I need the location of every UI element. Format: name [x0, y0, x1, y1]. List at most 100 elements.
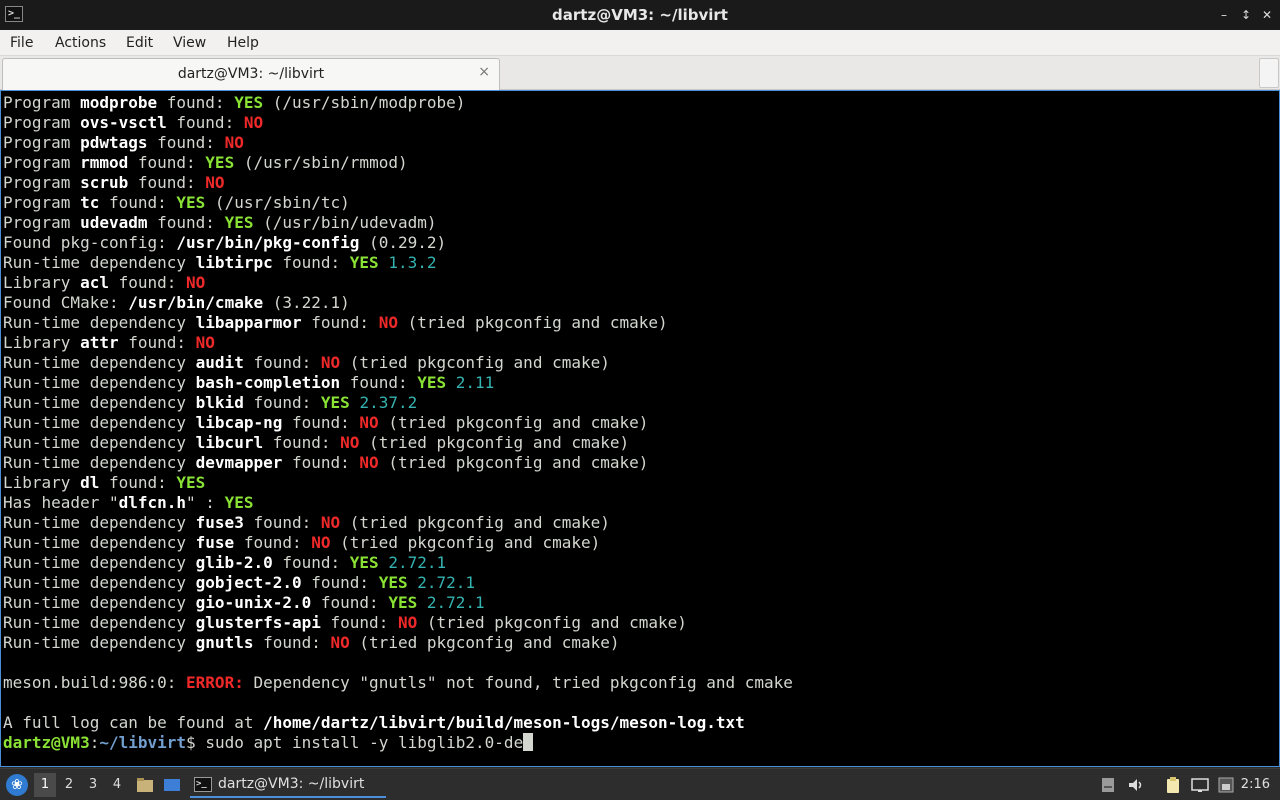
terminal-text: found:: [99, 473, 177, 492]
terminal-text: found:: [311, 593, 389, 612]
terminal-text: Run-time dependency: [3, 633, 196, 652]
terminal-text: attr: [80, 333, 119, 352]
terminal-text: (tried pkgconfig and cmake): [397, 313, 668, 332]
volume-icon[interactable]: [1126, 775, 1146, 795]
workspace-3[interactable]: 3: [82, 773, 104, 797]
terminal-text: dartz@VM3: [3, 733, 90, 752]
terminal-text: found:: [99, 193, 177, 212]
terminal-line: Program tc found: YES (/usr/sbin/tc): [3, 193, 1279, 213]
network-icon[interactable]: [1216, 775, 1236, 795]
menu-file[interactable]: File: [9, 30, 34, 56]
clipboard-icon[interactable]: [1163, 775, 1183, 795]
title-bar: >_ dartz@VM3: ~/libvirt – ↕ ✕: [0, 0, 1280, 30]
terminal-text: NO: [243, 113, 264, 132]
terminal-text: fuse3: [195, 513, 244, 532]
close-button[interactable]: ✕: [1259, 6, 1275, 24]
terminal-text: found:: [282, 413, 360, 432]
terminal-line: Program rmmod found: YES (/usr/sbin/rmmo…: [3, 153, 1279, 173]
terminal-text: Run-time dependency: [3, 413, 196, 432]
terminal-line: Program ovs-vsctl found: NO: [3, 113, 1279, 133]
terminal-text: found:: [340, 373, 418, 392]
terminal-text: ERROR:: [186, 673, 244, 692]
show-desktop-icon[interactable]: [163, 776, 181, 794]
terminal-text: YES: [234, 93, 264, 112]
terminal-text: NO: [311, 533, 331, 552]
terminal-text: Program: [3, 173, 81, 192]
terminal-text: A full log can be found at: [3, 713, 264, 732]
terminal-text: Run-time dependency: [3, 513, 196, 532]
terminal-text: rmmod: [80, 153, 129, 172]
terminal-text: Program: [3, 93, 81, 112]
workspace-2[interactable]: 2: [58, 773, 80, 797]
terminal-text: (/usr/sbin/rmmod): [234, 153, 408, 172]
terminal-text: Run-time dependency: [3, 613, 196, 632]
terminal-text: :: [89, 733, 100, 752]
terminal-text: NO: [320, 513, 341, 532]
terminal-line: Program scrub found: NO: [3, 173, 1279, 193]
display-icon[interactable]: [1190, 775, 1210, 795]
terminal-text: found:: [128, 153, 206, 172]
tab-close-icon[interactable]: ×: [478, 64, 490, 80]
terminal-cursor: [523, 733, 534, 751]
menu-help[interactable]: Help: [226, 30, 260, 56]
terminal-text: Run-time dependency: [3, 553, 196, 572]
menu-view[interactable]: View: [172, 30, 207, 56]
terminal-text: (3.22.1): [263, 293, 350, 312]
terminal-text: libcurl: [195, 433, 264, 452]
terminal-text: meson.build:986:0:: [3, 673, 187, 692]
terminal-text: found:: [234, 533, 312, 552]
terminal-text: YES: [378, 573, 408, 592]
terminal-text: found:: [263, 433, 341, 452]
removable-media-icon[interactable]: [1098, 775, 1118, 795]
taskbar-terminal-task[interactable]: >_ dartz@VM3: ~/libvirt: [190, 772, 386, 798]
terminal-text: NO: [205, 173, 225, 192]
terminal-icon: >_: [194, 777, 212, 792]
terminal-text: 2.11: [455, 373, 495, 392]
menu-edit[interactable]: Edit: [125, 30, 154, 56]
taskbar: ❀ 1 2 3 4 >_ dartz@VM3: ~/libvirt 2:16: [0, 768, 1280, 800]
terminal-text: (/usr/sbin/tc): [205, 193, 350, 212]
terminal-text: Run-time dependency: [3, 393, 196, 412]
terminal-text: YES: [176, 473, 206, 492]
terminal-line: Run-time dependency fuse found: NO (trie…: [3, 533, 1279, 553]
file-manager-icon[interactable]: [136, 776, 154, 794]
terminal-line: dartz@VM3:~/libvirt$ sudo apt install -y…: [3, 733, 1279, 753]
terminal-text: found:: [243, 393, 321, 412]
terminal-text: libtirpc: [195, 253, 273, 272]
maximize-button[interactable]: ↕: [1238, 6, 1254, 24]
workspace-1[interactable]: 1: [34, 773, 56, 797]
minimize-button[interactable]: –: [1216, 6, 1232, 24]
terminal-text: NO: [359, 453, 379, 472]
terminal-line: Run-time dependency devmapper found: NO …: [3, 453, 1279, 473]
terminal-text: NO: [397, 613, 418, 632]
terminal-text: Found pkg-config:: [3, 233, 177, 252]
terminal-text: (tried pkgconfig and cmake): [330, 533, 601, 552]
tab-terminal[interactable]: dartz@VM3: ~/libvirt ×: [2, 58, 500, 90]
terminal-text: NO: [359, 413, 379, 432]
terminal-text: Library: [3, 333, 81, 352]
terminal-text: 2.37.2: [359, 393, 418, 412]
terminal-text: Run-time dependency: [3, 313, 196, 332]
terminal-line: Run-time dependency libapparmor found: N…: [3, 313, 1279, 333]
terminal-line: Program modprobe found: YES (/usr/sbin/m…: [3, 93, 1279, 113]
terminal-text: Program: [3, 193, 81, 212]
terminal-text: 2.72.1: [426, 593, 485, 612]
terminal-line: Run-time dependency gio-unix-2.0 found: …: [3, 593, 1279, 613]
terminal-text: found:: [301, 573, 379, 592]
terminal-text: Program: [3, 113, 81, 132]
terminal-text: NO: [195, 333, 215, 352]
terminal-line: Library acl found: NO: [3, 273, 1279, 293]
terminal-text: YES: [320, 393, 350, 412]
terminal-line: Program udevadm found: YES (/usr/bin/ude…: [3, 213, 1279, 233]
workspace-4[interactable]: 4: [106, 773, 128, 797]
terminal-text: $ sudo apt install -y libglib2.0-de: [186, 733, 524, 752]
terminal-text: (tried pkgconfig and cmake): [340, 513, 610, 532]
terminal-text: /home/dartz/libvirt/build/meson-logs/mes…: [263, 713, 745, 732]
terminal-output[interactable]: Program modprobe found: YES (/usr/sbin/m…: [0, 90, 1280, 767]
terminal-text: Run-time dependency: [3, 353, 196, 372]
menu-icon[interactable]: ❀: [6, 774, 28, 796]
menu-actions[interactable]: Actions: [54, 30, 107, 56]
terminal-text: found:: [301, 313, 379, 332]
terminal-lines: Program modprobe found: YES (/usr/sbin/m…: [3, 93, 1279, 753]
terminal-line: Run-time dependency libtirpc found: YES …: [3, 253, 1279, 273]
